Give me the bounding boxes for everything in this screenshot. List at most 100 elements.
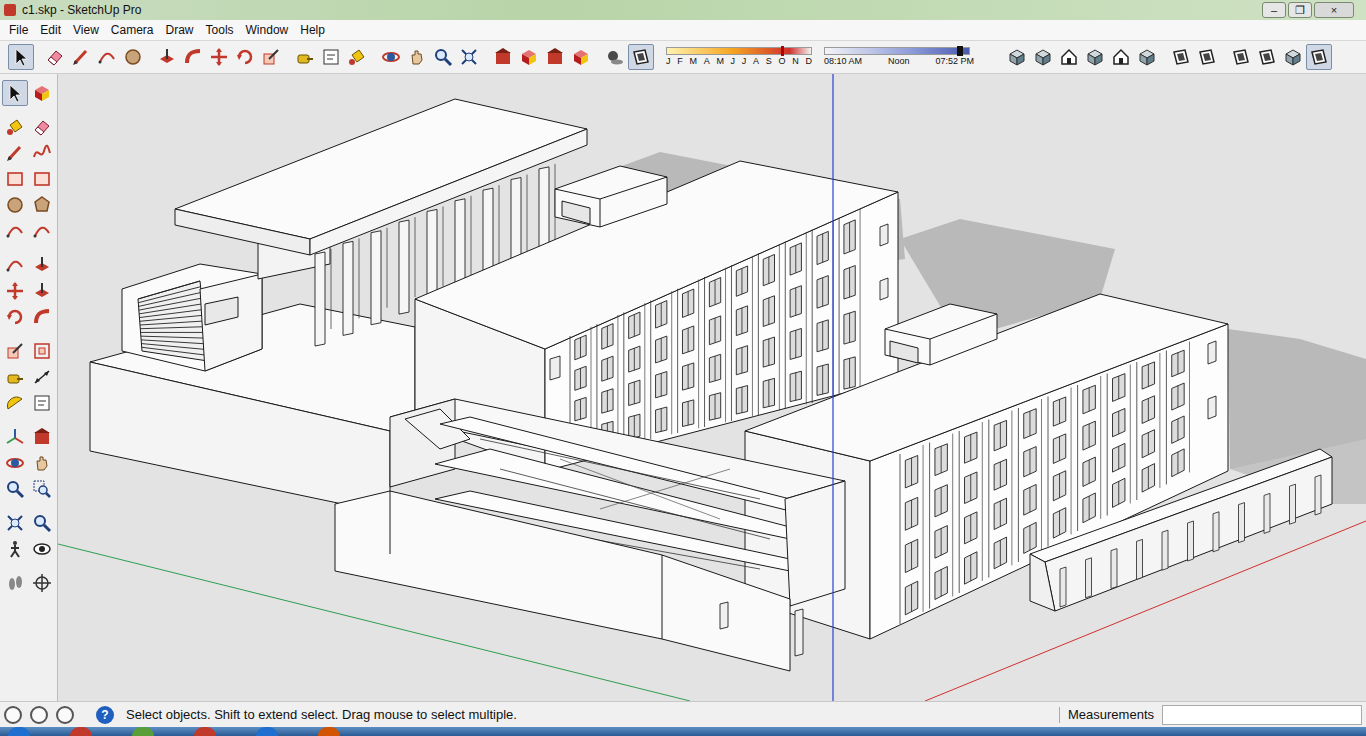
tool-button[interactable] [1254,44,1280,70]
tool-button[interactable] [404,44,430,70]
tool-button[interactable] [602,44,628,70]
month-slider[interactable]: JFMAMJJASOND [666,47,816,67]
tool-button[interactable] [2,510,28,536]
tool-button[interactable] [1082,44,1108,70]
tool-button[interactable] [378,44,404,70]
measurements-field[interactable] [1162,705,1362,725]
tool-button[interactable] [29,192,55,218]
menu-item[interactable]: Camera [105,22,160,38]
tool-button[interactable] [2,390,28,416]
tool-button[interactable] [1280,44,1306,70]
tool-button[interactable] [42,44,68,70]
month-thumb[interactable] [781,46,784,56]
taskbar-app-icon[interactable] [70,727,92,736]
drawing-canvas[interactable] [58,74,1366,701]
tool-button[interactable] [29,450,55,476]
menu-item[interactable]: Edit [34,22,67,38]
tool-button[interactable] [2,140,28,166]
geo-location-icon[interactable] [4,706,22,724]
tool-button[interactable] [29,570,55,596]
taskbar-app-icon[interactable] [256,727,278,736]
tool-button[interactable] [542,44,568,70]
tool-button[interactable] [29,218,55,244]
minimize-button[interactable]: – [1262,2,1286,18]
tool-button[interactable] [1004,44,1030,70]
building-model[interactable] [58,74,1366,701]
tool-button[interactable] [1056,44,1082,70]
tool-button[interactable] [29,278,55,304]
tool-button[interactable] [516,44,542,70]
tool-button[interactable] [2,218,28,244]
tool-button[interactable] [29,114,55,140]
tool-button[interactable] [29,536,55,562]
tool-button[interactable] [29,166,55,192]
tool-button[interactable] [29,338,55,364]
time-track[interactable] [824,47,970,55]
tool-button[interactable] [68,44,94,70]
help-icon[interactable]: ? [96,706,114,724]
tool-button[interactable] [2,192,28,218]
time-thumb[interactable] [957,46,963,56]
tool-button[interactable] [568,44,594,70]
tool-button[interactable] [1306,44,1332,70]
tool-button[interactable] [29,390,55,416]
tool-button[interactable] [2,114,28,140]
menu-item[interactable]: Tools [200,22,240,38]
month-track[interactable] [666,47,812,55]
tool-button[interactable] [628,44,654,70]
tool-button[interactable] [2,570,28,596]
tool-button[interactable] [29,304,55,330]
menu-item[interactable]: Draw [160,22,200,38]
taskbar-app-icon[interactable] [132,727,154,736]
tool-button[interactable] [490,44,516,70]
tool-button[interactable] [2,450,28,476]
tool-button[interactable] [29,424,55,450]
tool-button[interactable] [1194,44,1220,70]
close-button[interactable]: × [1314,2,1354,18]
menu-item[interactable]: Help [294,22,331,38]
tool-button[interactable] [1030,44,1056,70]
tool-button[interactable] [2,304,28,330]
tool-button[interactable] [292,44,318,70]
tool-button[interactable] [2,166,28,192]
tool-button[interactable] [120,44,146,70]
tool-button[interactable] [1168,44,1194,70]
tool-button[interactable] [29,80,55,106]
user-icon[interactable] [56,706,74,724]
restore-button[interactable]: ❐ [1288,2,1312,18]
tool-button[interactable] [29,510,55,536]
tool-button[interactable] [94,44,120,70]
tool-button[interactable] [29,476,55,502]
tool-button[interactable] [2,252,28,278]
menu-item[interactable]: View [67,22,105,38]
tool-button[interactable] [29,140,55,166]
tool-button[interactable] [258,44,284,70]
tool-button[interactable] [1134,44,1160,70]
tool-button[interactable] [154,44,180,70]
tool-button[interactable] [456,44,482,70]
menu-item[interactable]: File [3,22,34,38]
taskbar-app-icon[interactable] [8,727,30,736]
tool-button[interactable] [2,536,28,562]
tool-button[interactable] [232,44,258,70]
menu-item[interactable]: Window [240,22,295,38]
tool-button[interactable] [2,338,28,364]
taskbar-app-icon[interactable] [194,727,216,736]
tool-button[interactable] [1108,44,1134,70]
tool-button[interactable] [2,476,28,502]
tool-button[interactable] [344,44,370,70]
credits-icon[interactable] [30,706,48,724]
tool-button[interactable] [2,80,28,106]
taskbar-app-icon[interactable] [318,727,340,736]
tool-button[interactable] [180,44,206,70]
tool-button[interactable] [2,364,28,390]
tool-button[interactable] [8,44,34,70]
tool-button[interactable] [29,252,55,278]
tool-button[interactable] [29,364,55,390]
time-slider[interactable]: 08:10 AMNoon07:52 PM [824,47,974,67]
tool-button[interactable] [206,44,232,70]
tool-button[interactable] [2,278,28,304]
tool-button[interactable] [318,44,344,70]
tool-button[interactable] [2,424,28,450]
tool-button[interactable] [430,44,456,70]
